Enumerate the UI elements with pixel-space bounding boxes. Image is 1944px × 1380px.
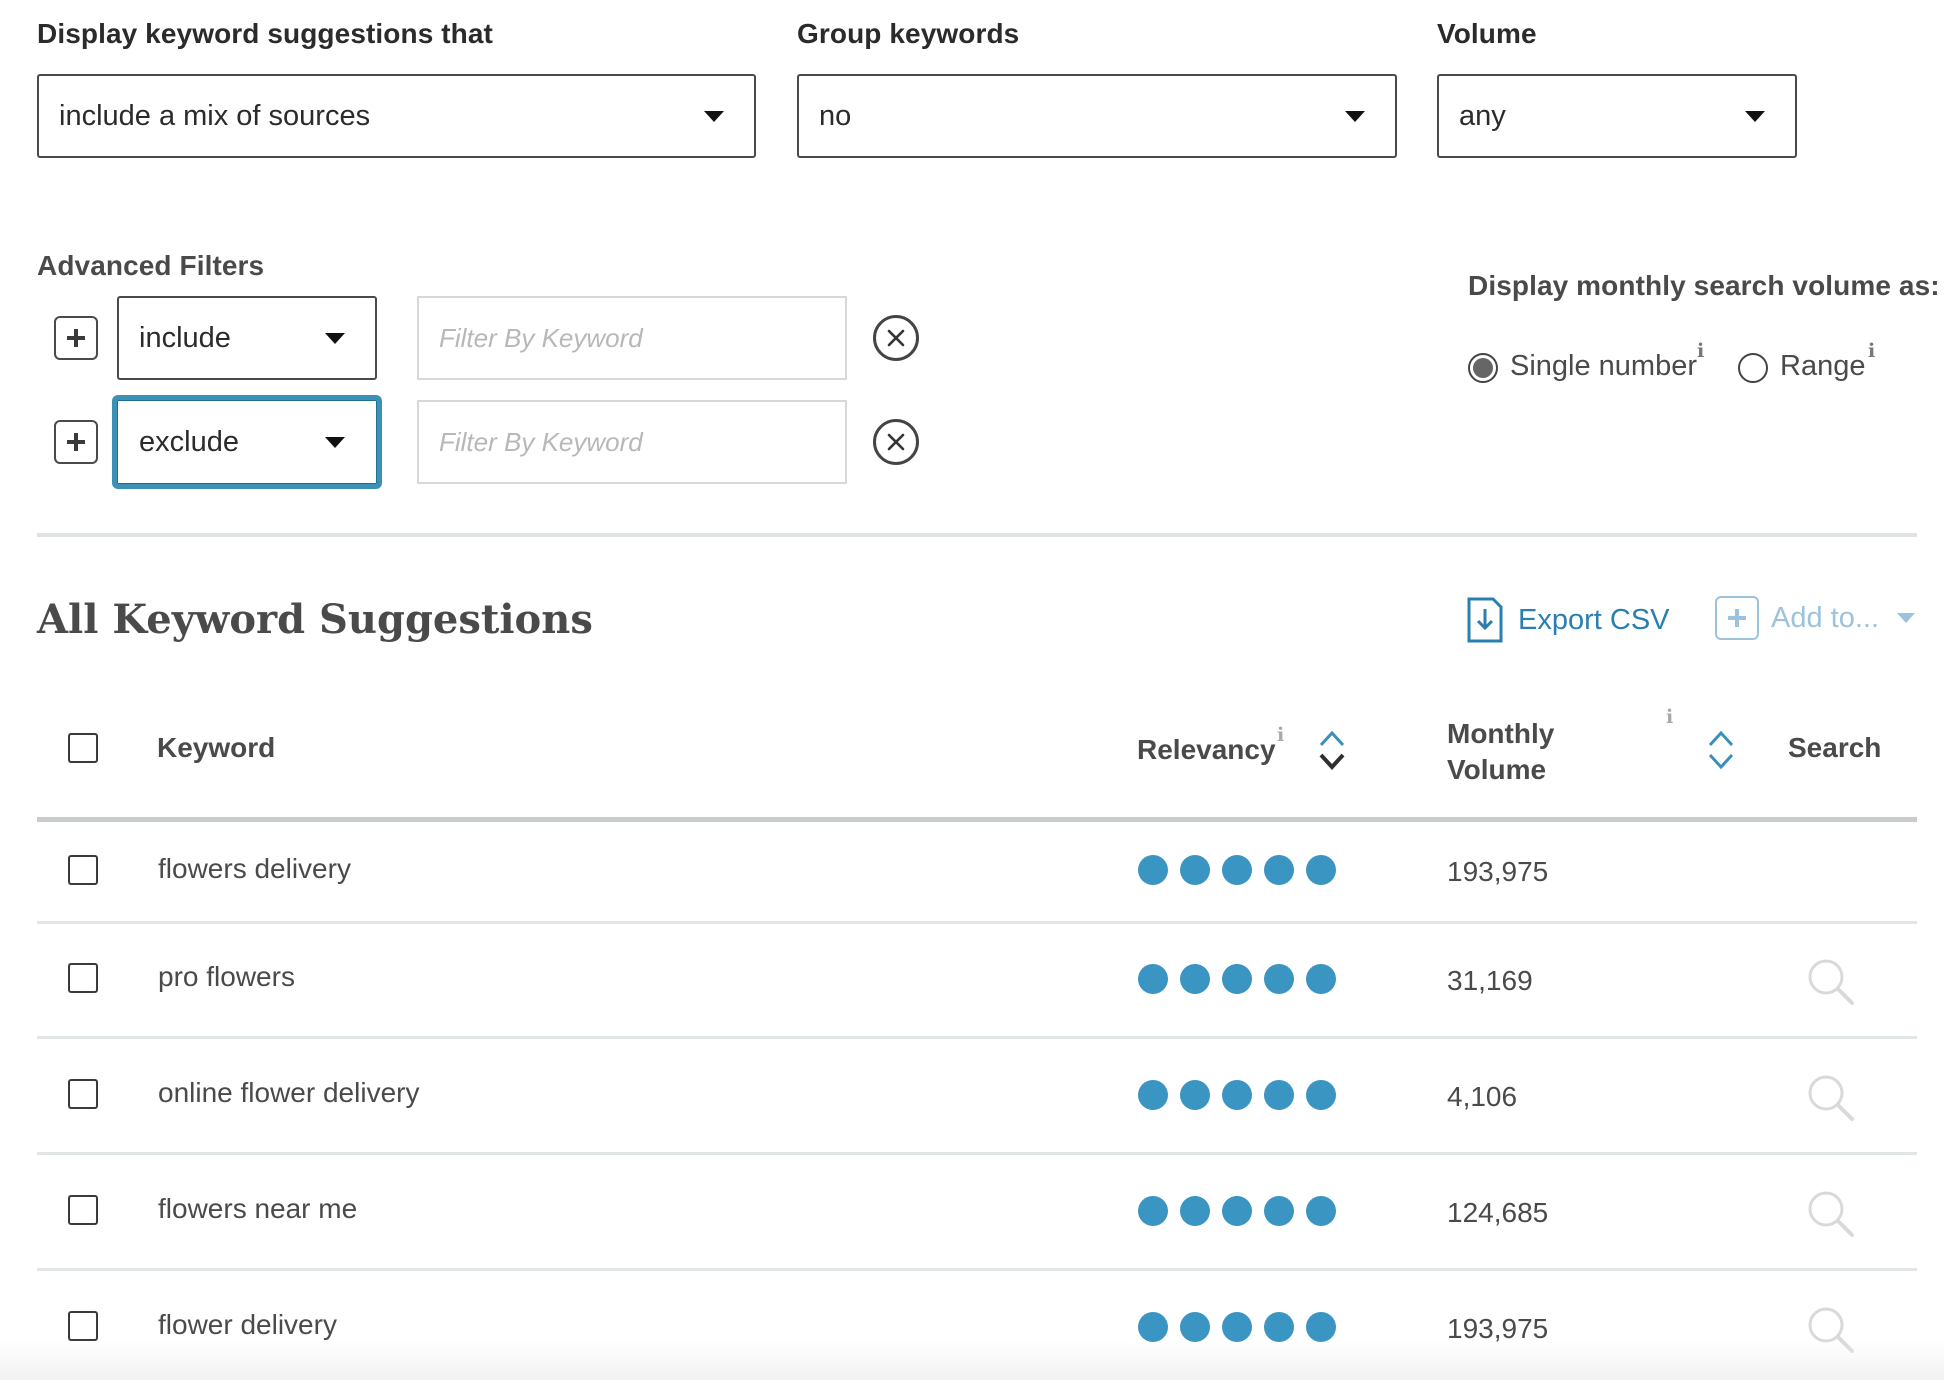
search-icon[interactable] (1806, 1073, 1856, 1123)
keyword-cell: flowers near me (158, 1193, 358, 1224)
column-header-relevancy[interactable]: Relevancy (1137, 734, 1276, 766)
row-checkbox[interactable] (68, 1079, 98, 1109)
column-header-keyword[interactable]: Keyword (157, 732, 275, 764)
close-icon (887, 433, 905, 451)
section-divider (37, 533, 1917, 537)
relevancy-dots (1138, 1196, 1336, 1226)
caret-down-icon (704, 110, 724, 122)
volume-label: Volume (1437, 18, 1537, 49)
add-to-dropdown[interactable]: Add to... (1715, 596, 1916, 640)
include-keyword-input[interactable] (417, 296, 847, 380)
volume-cell: 193,975 (1447, 856, 1549, 887)
export-icon (1467, 597, 1503, 643)
add-icon (1715, 596, 1759, 640)
add-to-label: Add to... (1771, 601, 1880, 634)
sort-icon[interactable] (1318, 729, 1346, 771)
keyword-cell: pro flowers (158, 961, 295, 992)
group-keywords-value: no (819, 99, 852, 132)
info-icon[interactable]: i (1697, 340, 1704, 362)
table-header-divider (37, 817, 1917, 822)
relevancy-dots (1138, 855, 1336, 885)
caret-down-icon (1345, 110, 1365, 122)
export-csv-button[interactable]: Export CSV (1466, 596, 1670, 644)
range-radio[interactable] (1738, 353, 1768, 383)
advanced-filters-title: Advanced Filters (37, 250, 265, 281)
group-keywords-label: Group keywords (797, 18, 1020, 49)
plus-icon (67, 433, 85, 451)
plus-icon (67, 329, 85, 347)
row-divider (37, 921, 1917, 924)
info-icon[interactable]: i (1868, 340, 1875, 362)
info-icon[interactable]: i (1666, 706, 1673, 728)
relevancy-dots (1138, 1312, 1336, 1342)
range-label: Range (1780, 350, 1866, 382)
row-divider (37, 1036, 1917, 1039)
row-checkbox[interactable] (68, 963, 98, 993)
keyword-cell: flowers delivery (158, 853, 351, 884)
row-checkbox[interactable] (68, 1311, 98, 1341)
caret-down-icon (1745, 110, 1765, 122)
volume-select[interactable]: any (1437, 74, 1797, 158)
exclude-mode-value: exclude (139, 425, 239, 458)
include-mode-value: include (139, 321, 231, 354)
caret-down-icon (325, 332, 345, 344)
info-icon[interactable]: i (1277, 724, 1284, 746)
row-checkbox[interactable] (68, 1195, 98, 1225)
row-checkbox[interactable] (68, 855, 98, 885)
keyword-cell: online flower delivery (158, 1077, 420, 1108)
keyword-cell: flower delivery (158, 1309, 337, 1340)
volume-value: any (1459, 99, 1506, 132)
add-filter-button[interactable] (54, 316, 98, 360)
row-divider (37, 1152, 1917, 1155)
single-number-radio[interactable] (1468, 353, 1498, 383)
group-keywords-select[interactable]: no (797, 74, 1397, 158)
volume-cell: 124,685 (1447, 1197, 1549, 1228)
include-mode-select[interactable]: include (117, 296, 377, 380)
bottom-fade (0, 1340, 1944, 1380)
add-filter-button[interactable] (54, 420, 98, 464)
volume-cell: 31,169 (1447, 965, 1533, 996)
search-icon[interactable] (1806, 957, 1856, 1007)
section-title: All Keyword Suggestions (37, 596, 593, 643)
export-csv-label: Export CSV (1518, 603, 1670, 636)
column-header-search: Search (1788, 732, 1882, 763)
remove-filter-button[interactable] (873, 419, 919, 465)
relevancy-dots (1138, 964, 1336, 994)
select-all-checkbox[interactable] (68, 733, 98, 763)
search-icon[interactable] (1806, 1189, 1856, 1239)
exclude-mode-select[interactable]: exclude (112, 395, 382, 489)
caret-down-icon (325, 436, 345, 448)
relevancy-dots (1138, 1080, 1336, 1110)
sort-icon[interactable] (1707, 729, 1735, 771)
monthly-volume-line1: Monthly (1447, 718, 1555, 749)
close-icon (887, 329, 905, 347)
column-header-monthly-volume[interactable]: Monthly Volume (1447, 716, 1554, 788)
caret-down-icon (1897, 613, 1916, 623)
display-suggestions-label: Display keyword suggestions that (37, 18, 493, 49)
display-suggestions-value: include a mix of sources (59, 99, 371, 132)
single-number-label: Single number (1510, 350, 1697, 382)
volume-display-label: Display monthly search volume as: (1468, 270, 1940, 301)
remove-filter-button[interactable] (873, 315, 919, 361)
volume-cell: 4,106 (1447, 1081, 1518, 1112)
monthly-volume-line2: Volume (1447, 754, 1547, 785)
exclude-keyword-input[interactable] (417, 400, 847, 484)
display-suggestions-select[interactable]: include a mix of sources (37, 74, 756, 158)
radio-selected-dot (1473, 358, 1493, 378)
row-divider (37, 1268, 1917, 1271)
